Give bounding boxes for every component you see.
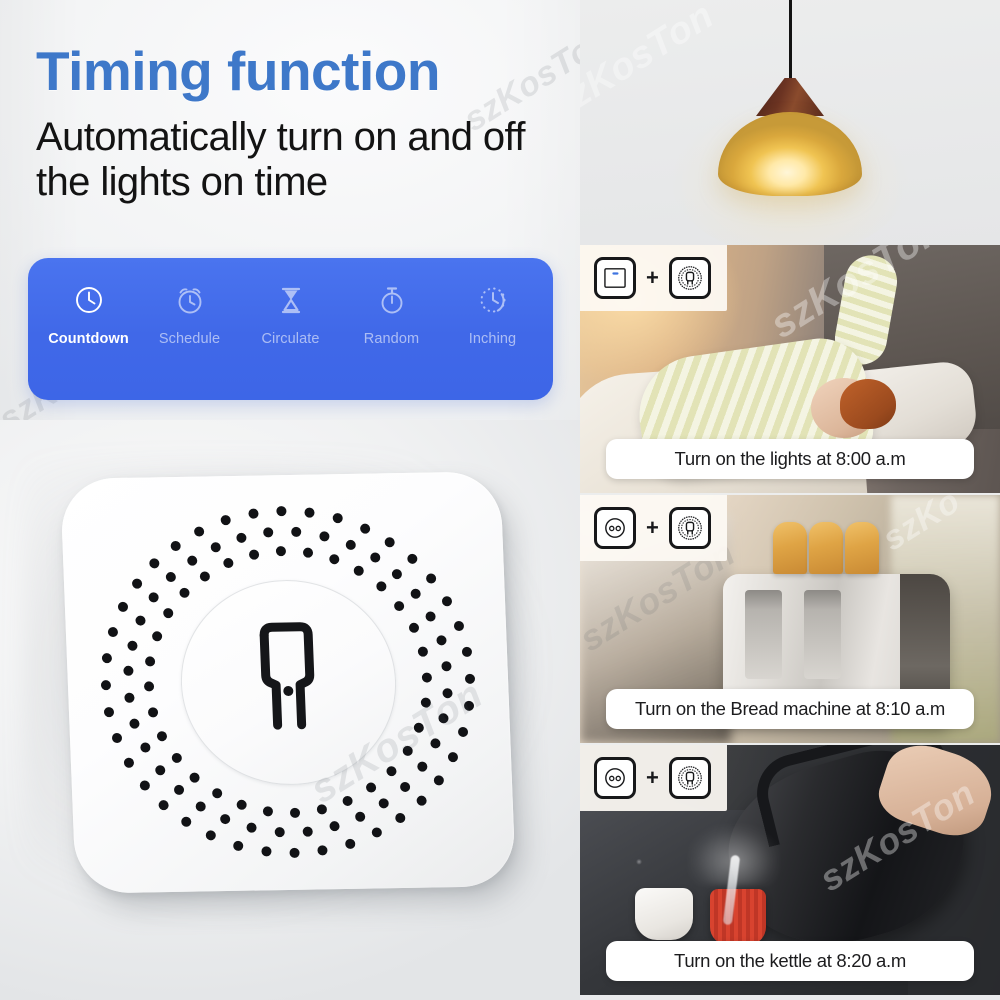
device-pair-strip: + bbox=[580, 745, 727, 811]
right-panel: szKosTon szKosTon + Turn on the lights a… bbox=[580, 0, 1000, 1000]
power-socket-icon[interactable] bbox=[594, 757, 636, 799]
product-marketing-image: szKosTon szKosTon szKosTon Timing functi… bbox=[0, 0, 1000, 1000]
light-bulb-glyph bbox=[677, 766, 702, 790]
page-title: Timing function bbox=[36, 40, 440, 102]
mode-tab-label: Random bbox=[363, 331, 420, 347]
left-panel: szKosTon szKosTon szKosTon Timing functi… bbox=[0, 0, 580, 1000]
toast-slice bbox=[808, 522, 843, 575]
device-pair-strip: + bbox=[580, 495, 727, 561]
power-socket-glyph bbox=[605, 768, 625, 788]
mug-red bbox=[710, 889, 767, 945]
scene-caption-text: Turn on the Bread machine at 8:10 a.m bbox=[634, 698, 946, 719]
scene-card: szKosTon + bbox=[580, 245, 1000, 495]
product-photo: szKosTon bbox=[0, 420, 580, 1000]
mode-tab-label: Schedule bbox=[158, 331, 221, 347]
smart-switch-module bbox=[60, 471, 516, 894]
mug-white bbox=[634, 888, 693, 940]
wall-switch-glyph bbox=[604, 268, 626, 288]
light-bulb-icon[interactable] bbox=[668, 507, 711, 549]
mode-tab-countdown[interactable]: Countdown bbox=[41, 284, 137, 347]
scene-caption: Turn on the lights at 8:00 a.m bbox=[606, 439, 974, 479]
scene-caption: Turn on the Bread machine at 8:10 a.m bbox=[606, 689, 974, 729]
pendant-lamp-photo: szKosTon bbox=[580, 0, 1000, 245]
plus-icon: + bbox=[646, 765, 659, 790]
device-pair-strip: + bbox=[580, 245, 727, 311]
scene-caption: Turn on the kettle at 8:20 a.m bbox=[606, 941, 974, 981]
mode-tab-label: Countdown bbox=[48, 331, 129, 347]
toast-slice bbox=[772, 522, 807, 575]
light-bulb-icon[interactable] bbox=[668, 757, 711, 799]
person-hair bbox=[840, 378, 897, 429]
page-subtitle: Automatically turn on and off the lights… bbox=[36, 115, 525, 204]
toast-slice bbox=[845, 522, 880, 575]
alarm-clock-icon bbox=[178, 288, 201, 314]
timing-mode-bar: Countdown Schedule Circulate Random Inch… bbox=[28, 258, 553, 400]
light-bulb-icon[interactable] bbox=[668, 257, 711, 299]
mode-tab-random[interactable]: Random bbox=[344, 284, 440, 347]
plus-icon: + bbox=[646, 265, 659, 290]
light-bulb-glyph bbox=[677, 266, 702, 290]
watermark: szKosTon bbox=[580, 0, 722, 128]
mode-tab-inching[interactable]: Inching bbox=[445, 284, 541, 347]
plug-prong-icon bbox=[259, 621, 315, 730]
wall-switch-icon[interactable] bbox=[594, 257, 636, 299]
scene-caption-text: Turn on the kettle at 8:20 a.m bbox=[674, 950, 906, 971]
scene-card: szKosTon + bbox=[580, 745, 1000, 995]
power-socket-glyph bbox=[605, 518, 625, 538]
lamp-cord bbox=[789, 0, 792, 82]
stopwatch-icon bbox=[381, 287, 402, 314]
power-socket-icon[interactable] bbox=[594, 507, 636, 549]
mode-tab-label: Inching bbox=[468, 331, 517, 347]
plus-icon: + bbox=[646, 515, 659, 540]
toaster-lever bbox=[745, 589, 782, 679]
mode-tab-label: Circulate bbox=[261, 331, 320, 347]
mode-tab-schedule[interactable]: Schedule bbox=[142, 284, 238, 347]
hourglass-icon bbox=[281, 287, 300, 314]
heading-block: Timing function Automatically turn on an… bbox=[36, 44, 576, 205]
light-bulb-glyph bbox=[677, 516, 702, 540]
dotted-clock-icon bbox=[480, 287, 505, 313]
scene-card: szKo szKosTon + bbox=[580, 495, 1000, 745]
toaster-lever bbox=[804, 589, 841, 679]
mode-tab-circulate[interactable]: Circulate bbox=[243, 284, 339, 347]
clock-icon bbox=[75, 287, 102, 313]
scene-card-list: szKosTon + Turn on the lights at 8:00 a.… bbox=[580, 245, 1000, 995]
scene-caption-text: Turn on the lights at 8:00 a.m bbox=[674, 448, 906, 469]
